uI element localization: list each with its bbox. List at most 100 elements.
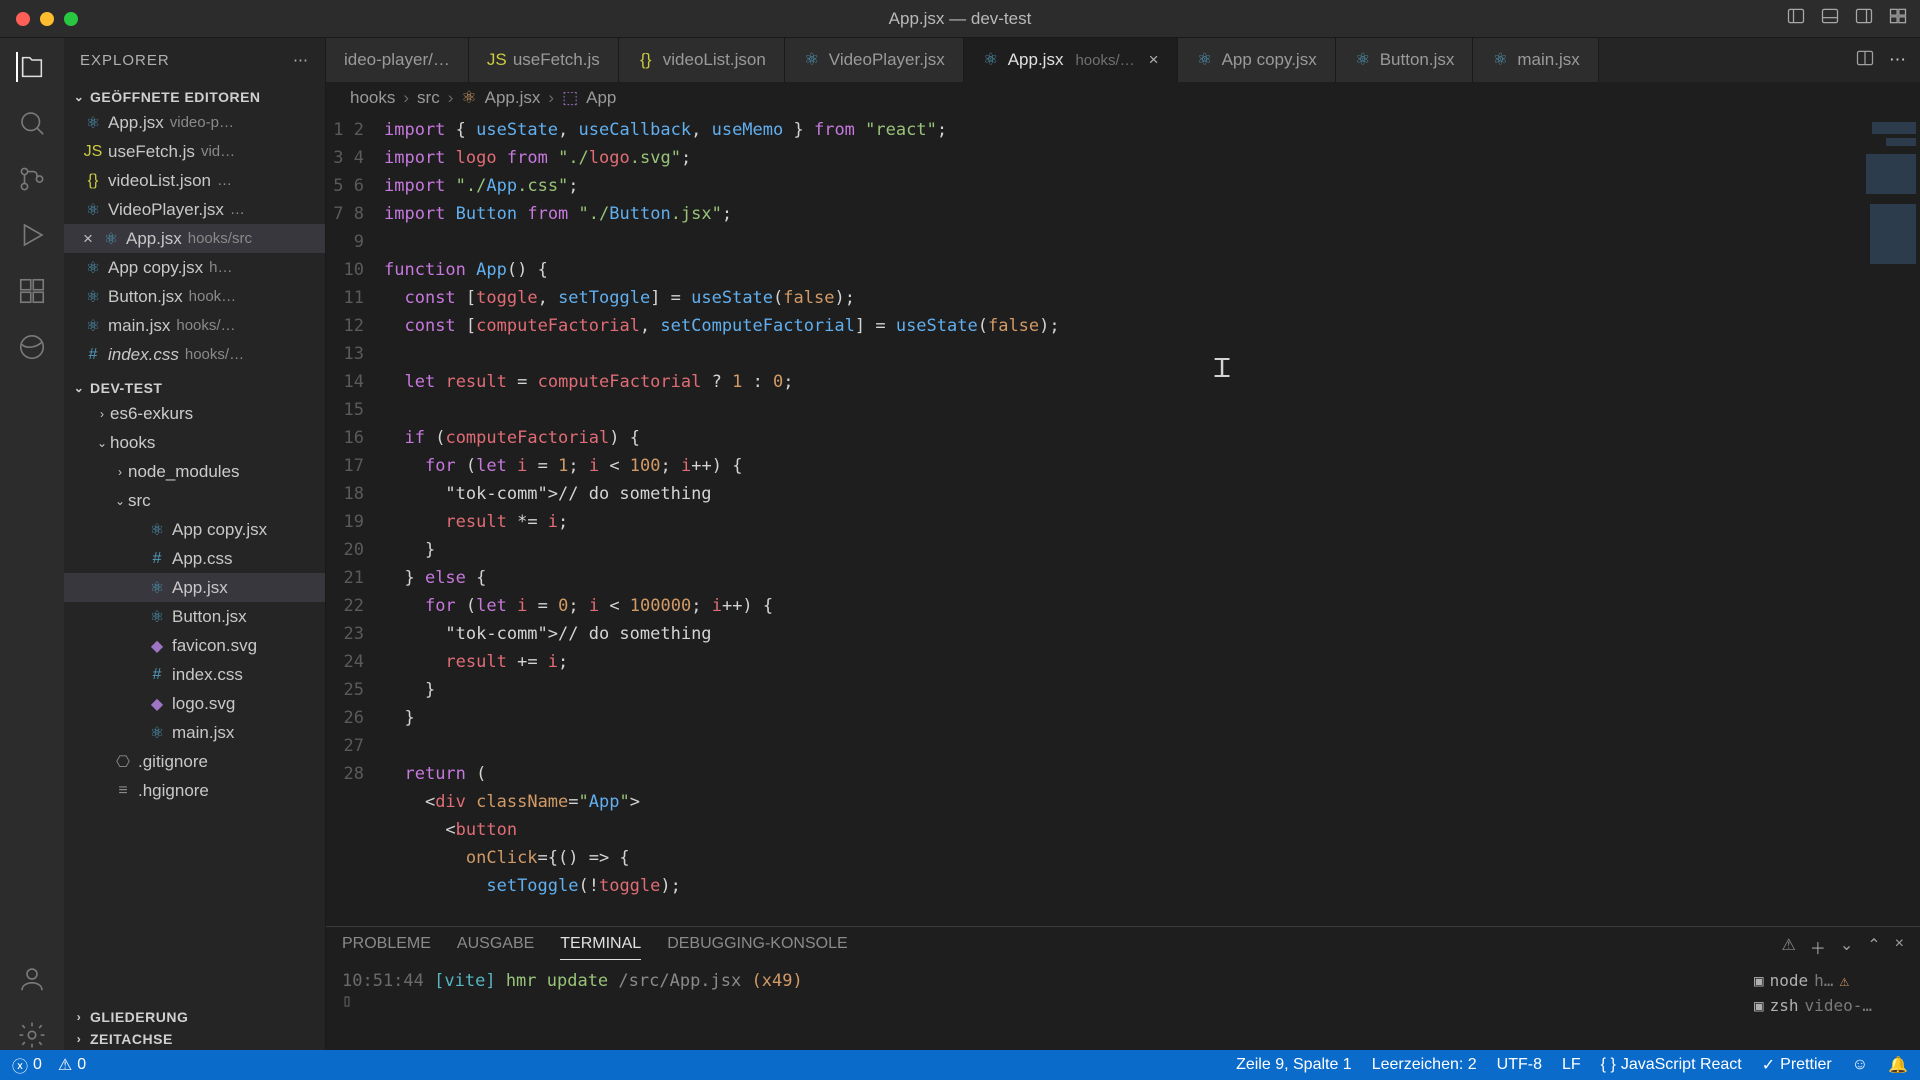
settings-activity-icon[interactable] (17, 1020, 47, 1050)
panel-tab-terminal[interactable]: TERMINAL (560, 935, 641, 960)
file-item[interactable]: ≡.hgignore (64, 776, 325, 805)
folder-item[interactable]: ⌄src (64, 486, 325, 515)
tab-label: useFetch.js (513, 50, 600, 70)
sidebar-title: EXPLORER (80, 52, 170, 69)
status-bell-icon[interactable]: 🔔 (1888, 1055, 1908, 1075)
close-panel-icon[interactable]: × (1895, 935, 1904, 959)
editor-tab[interactable]: {}videoList.json (619, 38, 785, 82)
terminal-icon: ▣ (1754, 971, 1764, 990)
open-editor-item[interactable]: ×⚛App.jsxhooks/src (64, 224, 325, 253)
breadcrumb[interactable]: hooks › src › ⚛ App.jsx › ⬚ App (326, 82, 1920, 114)
more-actions-icon[interactable]: ⋯ (1889, 50, 1906, 70)
file-label: App copy.jsx (172, 520, 267, 540)
maximize-window-button[interactable] (64, 12, 78, 26)
warning-icon[interactable]: ⚠ (1781, 935, 1795, 959)
sidebar-more-icon[interactable]: ⋯ (293, 51, 309, 69)
extensions-activity-icon[interactable] (17, 276, 47, 306)
file-label: .hgignore (138, 781, 209, 801)
new-terminal-icon[interactable]: ＋ (1810, 935, 1826, 959)
js-file-icon: JS (82, 143, 104, 161)
toggle-secondary-sidebar-icon[interactable] (1854, 6, 1874, 31)
split-editor-icon[interactable] (1855, 48, 1875, 73)
code-editor[interactable]: 1 2 3 4 5 6 7 8 9 10 11 12 13 14 15 16 1… (326, 114, 1920, 926)
timeline-header[interactable]: › ZEITACHSE (64, 1028, 325, 1050)
toggle-primary-sidebar-icon[interactable] (1786, 6, 1806, 31)
file-item[interactable]: ⚛main.jsx (64, 718, 325, 747)
chevron-right-icon: › (94, 407, 110, 421)
editor-tab[interactable]: ideo-player/… (326, 38, 469, 82)
log-action: hmr update (506, 971, 608, 991)
open-editor-item[interactable]: JSuseFetch.jsvid… (64, 137, 325, 166)
file-item[interactable]: ⎔.gitignore (64, 747, 325, 776)
error-icon: ⓧ (12, 1053, 28, 1077)
close-icon[interactable]: × (1149, 50, 1159, 70)
code-content[interactable]: import { useState, useCallback, useMemo … (384, 114, 1920, 926)
chevron-down-icon: ⌄ (72, 381, 86, 395)
run-debug-activity-icon[interactable] (17, 220, 47, 250)
status-eol[interactable]: LF (1562, 1056, 1581, 1074)
open-editor-item[interactable]: ⚛main.jsxhooks/… (64, 311, 325, 340)
close-window-button[interactable] (16, 12, 30, 26)
chevron-right-icon: › (72, 1032, 86, 1046)
open-editors-header[interactable]: ⌄ GEÖFFNETE EDITOREN (64, 86, 325, 108)
prettier-label: Prettier (1780, 1056, 1832, 1074)
close-icon[interactable]: × (78, 229, 98, 249)
folder-item[interactable]: ›es6-exkurs (64, 399, 325, 428)
open-editor-item[interactable]: #index.csshooks/… (64, 340, 325, 369)
panel-tab-debug[interactable]: DEBUGGING-KONSOLE (667, 935, 847, 960)
file-item[interactable]: #index.css (64, 660, 325, 689)
panel-tab-output[interactable]: AUSGABE (457, 935, 534, 960)
outline-header[interactable]: › GLIEDERUNG (64, 1006, 325, 1028)
edge-activity-icon[interactable] (17, 332, 47, 362)
folder-item[interactable]: ›node_modules (64, 457, 325, 486)
status-language[interactable]: { }JavaScript React (1601, 1056, 1742, 1074)
editor-tab[interactable]: ⚛VideoPlayer.jsx (785, 38, 964, 82)
file-item[interactable]: ⚛Button.jsx (64, 602, 325, 631)
file-item[interactable]: ◆favicon.svg (64, 631, 325, 660)
file-item[interactable]: ◆logo.svg (64, 689, 325, 718)
accounts-activity-icon[interactable] (17, 964, 47, 994)
status-encoding[interactable]: UTF-8 (1497, 1056, 1542, 1074)
editor-tab[interactable]: ⚛App.jsxhooks/…× (964, 38, 1178, 82)
status-feedback-icon[interactable]: ☺ (1852, 1056, 1868, 1074)
search-activity-icon[interactable] (17, 108, 47, 138)
editor-tab[interactable]: ⚛App copy.jsx (1178, 38, 1336, 82)
file-hint: … (217, 172, 232, 189)
open-editor-item[interactable]: ⚛App copy.jsxh… (64, 253, 325, 282)
status-errors[interactable]: ⓧ0 (12, 1053, 42, 1077)
source-control-activity-icon[interactable] (17, 164, 47, 194)
file-name: index.css (108, 345, 179, 365)
open-editor-item[interactable]: ⚛Button.jsxhook… (64, 282, 325, 311)
sidebar-header: EXPLORER ⋯ (64, 38, 325, 82)
status-prettier[interactable]: ✓Prettier (1762, 1055, 1832, 1075)
status-warnings[interactable]: ⚠0 (58, 1055, 86, 1075)
explorer-activity-icon[interactable] (16, 52, 46, 82)
maximize-panel-icon[interactable]: ⌃ (1867, 935, 1880, 959)
customize-layout-icon[interactable] (1888, 6, 1908, 31)
terminal-list-item[interactable]: ▣node h… ⚠ (1754, 971, 1904, 990)
editor-tab[interactable]: ⚛Button.jsx (1336, 38, 1474, 82)
terminal-list-item[interactable]: ▣zsh video-… (1754, 996, 1904, 1015)
file-name: videoList.json (108, 171, 211, 191)
project-header[interactable]: ⌄ DEV-TEST (64, 377, 325, 399)
toggle-panel-icon[interactable] (1820, 6, 1840, 31)
folder-item[interactable]: ⌄hooks (64, 428, 325, 457)
editor-tab[interactable]: ⚛main.jsx (1473, 38, 1598, 82)
project-title: DEV-TEST (90, 380, 162, 396)
status-cursor-position[interactable]: Zeile 9, Spalte 1 (1236, 1056, 1352, 1074)
file-item[interactable]: ⚛App.jsx (64, 573, 325, 602)
panel-tab-problems[interactable]: PROBLEME (342, 935, 431, 960)
open-editor-item[interactable]: ⚛App.jsxvideo-p… (64, 108, 325, 137)
minimize-window-button[interactable] (40, 12, 54, 26)
file-hint: … (230, 201, 245, 218)
file-item[interactable]: #App.css (64, 544, 325, 573)
file-item[interactable]: ⚛App copy.jsx (64, 515, 325, 544)
status-indentation[interactable]: Leerzeichen: 2 (1372, 1056, 1477, 1074)
open-editor-item[interactable]: {}videoList.json… (64, 166, 325, 195)
terminal-dropdown-icon[interactable]: ⌄ (1840, 935, 1853, 959)
react-file-icon: ⚛ (461, 88, 476, 108)
minimap[interactable] (1850, 114, 1920, 926)
open-editor-item[interactable]: ⚛VideoPlayer.jsx… (64, 195, 325, 224)
editor-tab[interactable]: JSuseFetch.js (469, 38, 619, 82)
terminal-body[interactable]: 10:51:44 [vite] hmr update /src/App.jsx … (326, 967, 1920, 1050)
